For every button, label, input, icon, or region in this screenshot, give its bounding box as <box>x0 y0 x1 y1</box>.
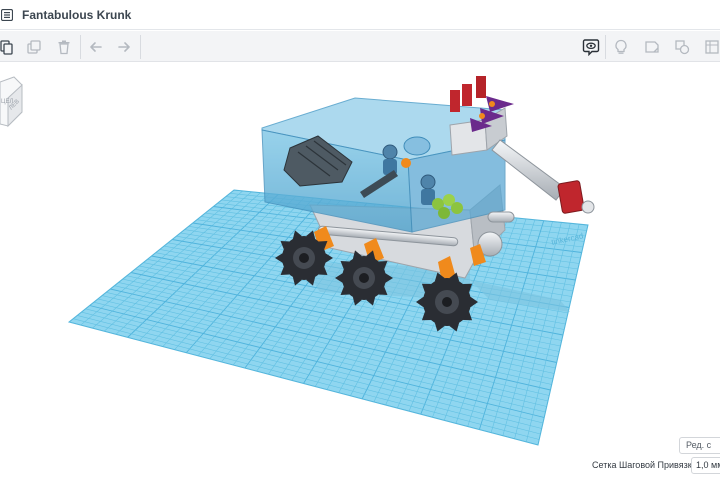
shapes-icon[interactable] <box>670 35 694 59</box>
lightbulb-icon[interactable] <box>609 35 633 59</box>
eye-bubble-icon[interactable] <box>579 35 603 59</box>
copy-icon[interactable] <box>0 35 18 59</box>
workplane-viewport[interactable]: ЦЕЛ ЛЕВ tinkercad Ред. с Сетка Шаговой П… <box>0 62 720 480</box>
duplicate-icon[interactable] <box>22 35 46 59</box>
list-menu-icon[interactable] <box>0 8 14 22</box>
undo-icon[interactable] <box>84 35 108 59</box>
tinkercad-editor: Fantabulous Krunk ЦЕЛ ЛЕВ tinkercad Ред.… <box>0 0 720 480</box>
title-bar: Fantabulous Krunk <box>0 0 720 30</box>
toolbar <box>0 31 720 62</box>
scene-3d[interactable]: ЦЕЛ ЛЕВ tinkercad <box>0 62 720 480</box>
view-cube-icon[interactable]: ЦЕЛ ЛЕВ <box>0 76 23 128</box>
trash-icon[interactable] <box>52 35 76 59</box>
grid-icon[interactable] <box>700 35 720 59</box>
toolbar-separator <box>605 35 606 59</box>
note-shape-icon[interactable] <box>640 35 664 59</box>
edit-grid-button[interactable]: Ред. с <box>679 437 720 454</box>
project-title[interactable]: Fantabulous Krunk <box>22 8 131 22</box>
toolbar-separator <box>140 35 141 59</box>
redo-icon[interactable] <box>112 35 136 59</box>
toolbar-separator <box>80 35 81 59</box>
snap-grid-label: Сетка Шаговой Привязки <box>592 460 697 470</box>
snap-grid-dropdown[interactable]: 1,0 мм <box>691 457 720 474</box>
